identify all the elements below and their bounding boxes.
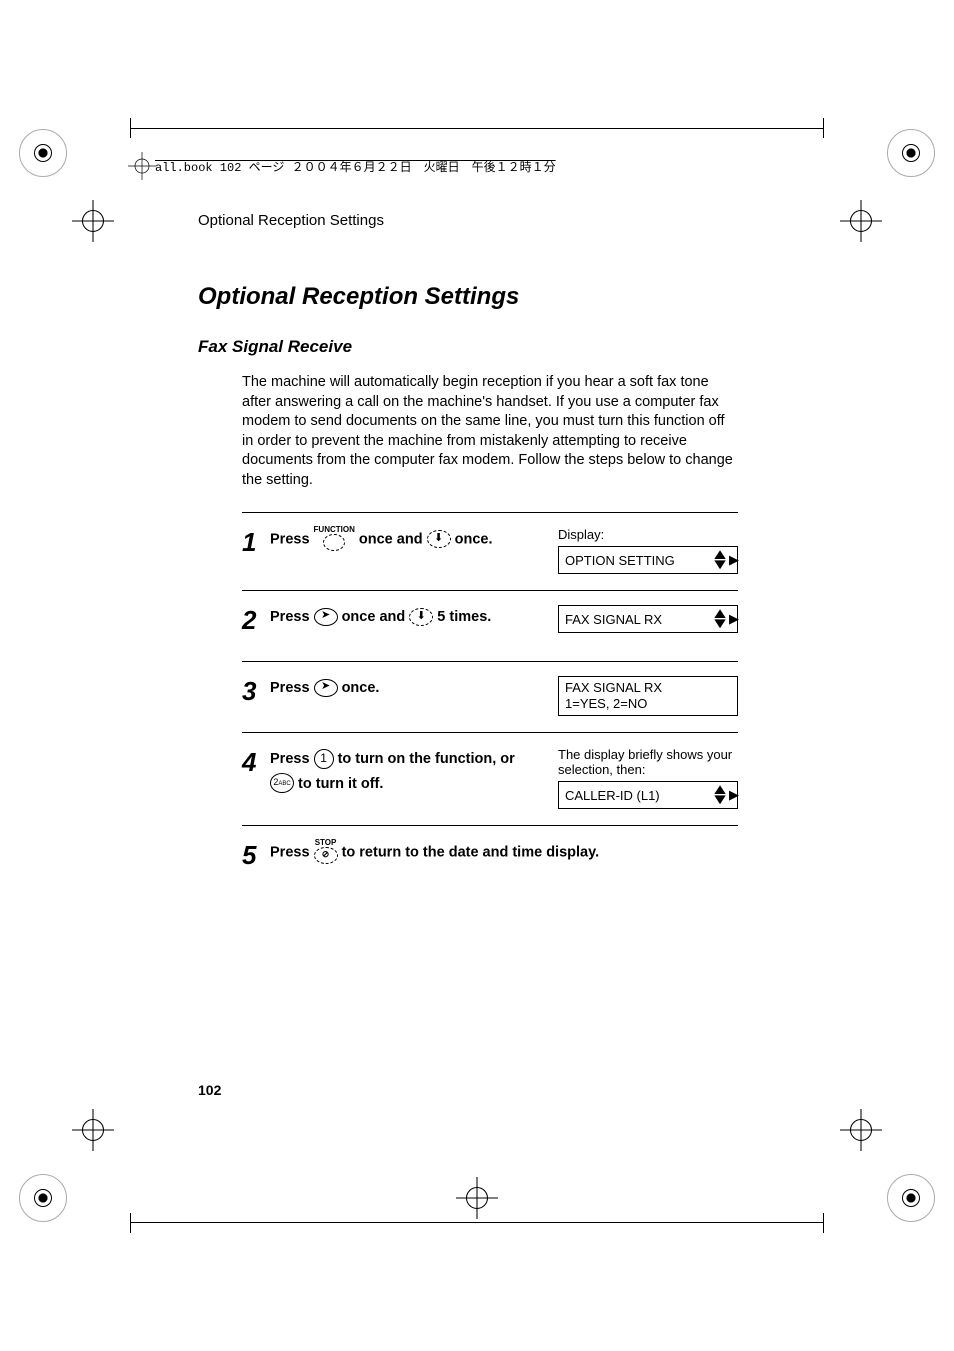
step-instruction: Press 1 to turn on the function, or 2ABC… — [270, 747, 558, 796]
keypad-2-icon: 2ABC — [270, 773, 294, 793]
lcd-display: FAX SIGNAL RX 1=YES, 2=NO — [558, 676, 738, 715]
display-label: Display: — [558, 527, 738, 542]
step-number: 1 — [242, 527, 270, 555]
lcd-text: OPTION SETTING — [565, 553, 675, 568]
step-number: 2 — [242, 605, 270, 633]
instr-text: once. — [342, 680, 380, 696]
crop-mark-top-left — [130, 118, 131, 138]
step-instruction: Press FUNCTION once and ⬇ once. — [270, 527, 558, 552]
lcd-display: CALLER-ID (L1) ▲▼ ▶ — [558, 781, 738, 809]
lcd-text: FAX SIGNAL RX — [565, 612, 662, 627]
function-button-icon: FUNCTION — [314, 526, 355, 551]
instr-text: to turn it off. — [298, 776, 383, 792]
crop-mark-bottom-right — [823, 1213, 824, 1233]
section-title: Optional Reception Settings — [198, 283, 738, 311]
right-arrow-icon: ▶ — [729, 552, 739, 568]
crop-mark-bottom-left — [130, 1213, 131, 1233]
step-number: 5 — [242, 840, 270, 868]
corner-registration-icon — [888, 130, 934, 176]
display-note: The display briefly shows your selection… — [558, 747, 738, 777]
instr-text: Press — [270, 751, 314, 767]
lcd-text: FAX SIGNAL RX — [565, 680, 731, 696]
body-paragraph: The machine will automatically begin rec… — [242, 373, 738, 490]
printers-mark-header: all.book 102 ページ ２００４年６月２２日 火曜日 午後１２時１分 — [155, 158, 556, 175]
keypad-1-icon: 1 — [314, 749, 334, 769]
instr-text: to turn on the function, or — [338, 751, 515, 767]
registration-mark-icon — [128, 152, 156, 180]
corner-registration-icon — [888, 1175, 934, 1221]
instr-text: Press — [270, 532, 314, 548]
instr-text: once and — [359, 532, 427, 548]
crop-mark-bottom — [130, 1222, 824, 1223]
step-row: 3 Press ➤ once. FAX SIGNAL RX 1=YES, 2=N… — [242, 661, 738, 732]
subsection-title: Fax Signal Receive — [198, 337, 738, 357]
corner-registration-icon — [20, 1175, 66, 1221]
down-arrow-button-icon: ⬇ — [427, 530, 451, 548]
step-row: 5 Press STOP ⊘ to return to the date and… — [242, 825, 738, 896]
corner-registration-icon — [20, 130, 66, 176]
step-row: 2 Press ➤ once and ⬇ 5 times. FAX SIGNAL… — [242, 590, 738, 661]
step-number: 3 — [242, 676, 270, 704]
lcd-text: CALLER-ID (L1) — [565, 788, 660, 803]
step-instruction: Press STOP ⊘ to return to the date and t… — [270, 840, 738, 865]
running-head: Optional Reception Settings — [198, 212, 738, 229]
instr-text: to return to the date and time display. — [342, 845, 600, 861]
page-number: 102 — [198, 1082, 221, 1098]
step-number: 4 — [242, 747, 270, 775]
right-arrow-button-icon: ➤ — [314, 608, 338, 626]
lcd-text: 1=YES, 2=NO — [565, 696, 731, 712]
instr-text: once and — [342, 609, 410, 625]
lcd-display: FAX SIGNAL RX ▲▼ ▶ — [558, 605, 738, 633]
right-arrow-icon: ▶ — [729, 787, 739, 803]
registration-mark-icon — [840, 1109, 882, 1151]
instr-text: Press — [270, 609, 314, 625]
lcd-display: OPTION SETTING ▲▼ ▶ — [558, 546, 738, 574]
crop-mark-top-right — [823, 118, 824, 138]
registration-mark-icon — [72, 200, 114, 242]
step-instruction: Press ➤ once. — [270, 676, 558, 701]
instr-text: 5 times. — [437, 609, 491, 625]
instr-text: once. — [455, 532, 493, 548]
stop-button-icon: STOP ⊘ — [314, 839, 338, 864]
step-instruction: Press ➤ once and ⬇ 5 times. — [270, 605, 558, 630]
crop-mark-top — [130, 128, 824, 129]
right-arrow-button-icon: ➤ — [314, 679, 338, 697]
instr-text: Press — [270, 680, 314, 696]
registration-mark-icon — [456, 1177, 498, 1219]
registration-mark-icon — [72, 1109, 114, 1151]
registration-mark-icon — [840, 200, 882, 242]
right-arrow-icon: ▶ — [729, 611, 739, 627]
instr-text: Press — [270, 845, 314, 861]
down-arrow-button-icon: ⬇ — [409, 608, 433, 626]
step-row: 4 Press 1 to turn on the function, or 2A… — [242, 732, 738, 825]
step-row: 1 Press FUNCTION once and ⬇ once. Displa… — [242, 512, 738, 590]
